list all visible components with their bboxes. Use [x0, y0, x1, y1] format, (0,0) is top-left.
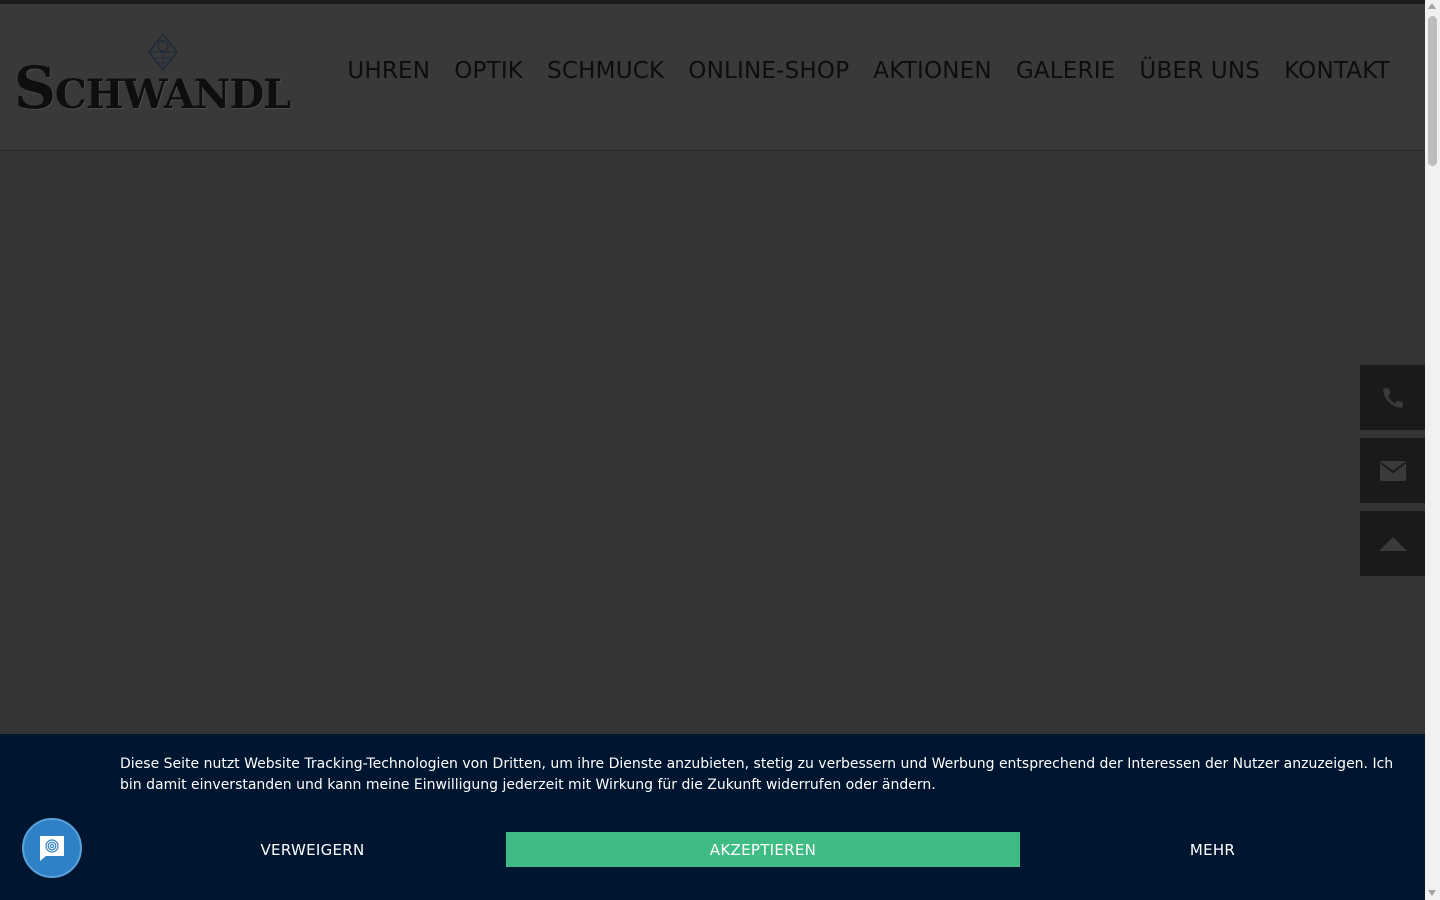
phone-button[interactable]	[1360, 365, 1425, 430]
privacy-settings-button[interactable]	[22, 818, 82, 878]
cookie-banner: Diese Seite nutzt Website Tracking-Techn…	[0, 734, 1425, 900]
logo-initial: S	[14, 54, 56, 122]
cookie-text: Diese Seite nutzt Website Tracking-Techn…	[120, 756, 1394, 793]
nav-item-optik[interactable]: OPTIK	[442, 58, 535, 84]
accept-button[interactable]: AKZEPTIEREN	[506, 832, 1020, 867]
nav-item-schmuck[interactable]: SCHMUCK	[535, 58, 676, 84]
nav-item-galerie[interactable]: GALERIE	[1004, 58, 1128, 84]
scroll-top-icon	[1378, 536, 1407, 551]
nav-item-kontakt[interactable]: KONTAKT	[1272, 58, 1390, 84]
logo-rest: CHWANDL	[54, 71, 291, 118]
fingerprint-chat-icon	[40, 836, 64, 861]
more-button[interactable]: MEHR	[1020, 832, 1405, 867]
email-button[interactable]	[1360, 438, 1425, 503]
main-nav: UHREN OPTIK SCHMUCK ONLINE-SHOP AKTIONEN…	[335, 58, 1390, 84]
mail-icon	[1379, 460, 1406, 481]
side-action-buttons	[1360, 365, 1425, 584]
nav-item-aktionen[interactable]: AKTIONEN	[861, 58, 1004, 84]
scroll-up-arrow-icon[interactable]	[1428, 3, 1436, 9]
phone-icon	[1382, 387, 1403, 408]
scroll-top-button[interactable]	[1360, 511, 1425, 576]
nav-item-ueber-uns[interactable]: ÜBER UNS	[1127, 58, 1272, 84]
nav-item-online-shop[interactable]: ONLINE-SHOP	[676, 58, 861, 84]
scroll-thumb[interactable]	[1428, 16, 1437, 166]
scrollbar[interactable]	[1425, 0, 1440, 900]
nav-item-uhren[interactable]: UHREN	[335, 58, 442, 84]
logo[interactable]: SCHWANDL	[14, 32, 291, 122]
refuse-button[interactable]: VERWEIGERN	[120, 832, 505, 867]
scroll-down-arrow-icon[interactable]	[1428, 890, 1436, 896]
logo-wordmark: SCHWANDL	[14, 54, 291, 122]
site-header: SCHWANDL UHREN OPTIK SCHMUCK ONLINE-SHOP…	[0, 4, 1425, 151]
